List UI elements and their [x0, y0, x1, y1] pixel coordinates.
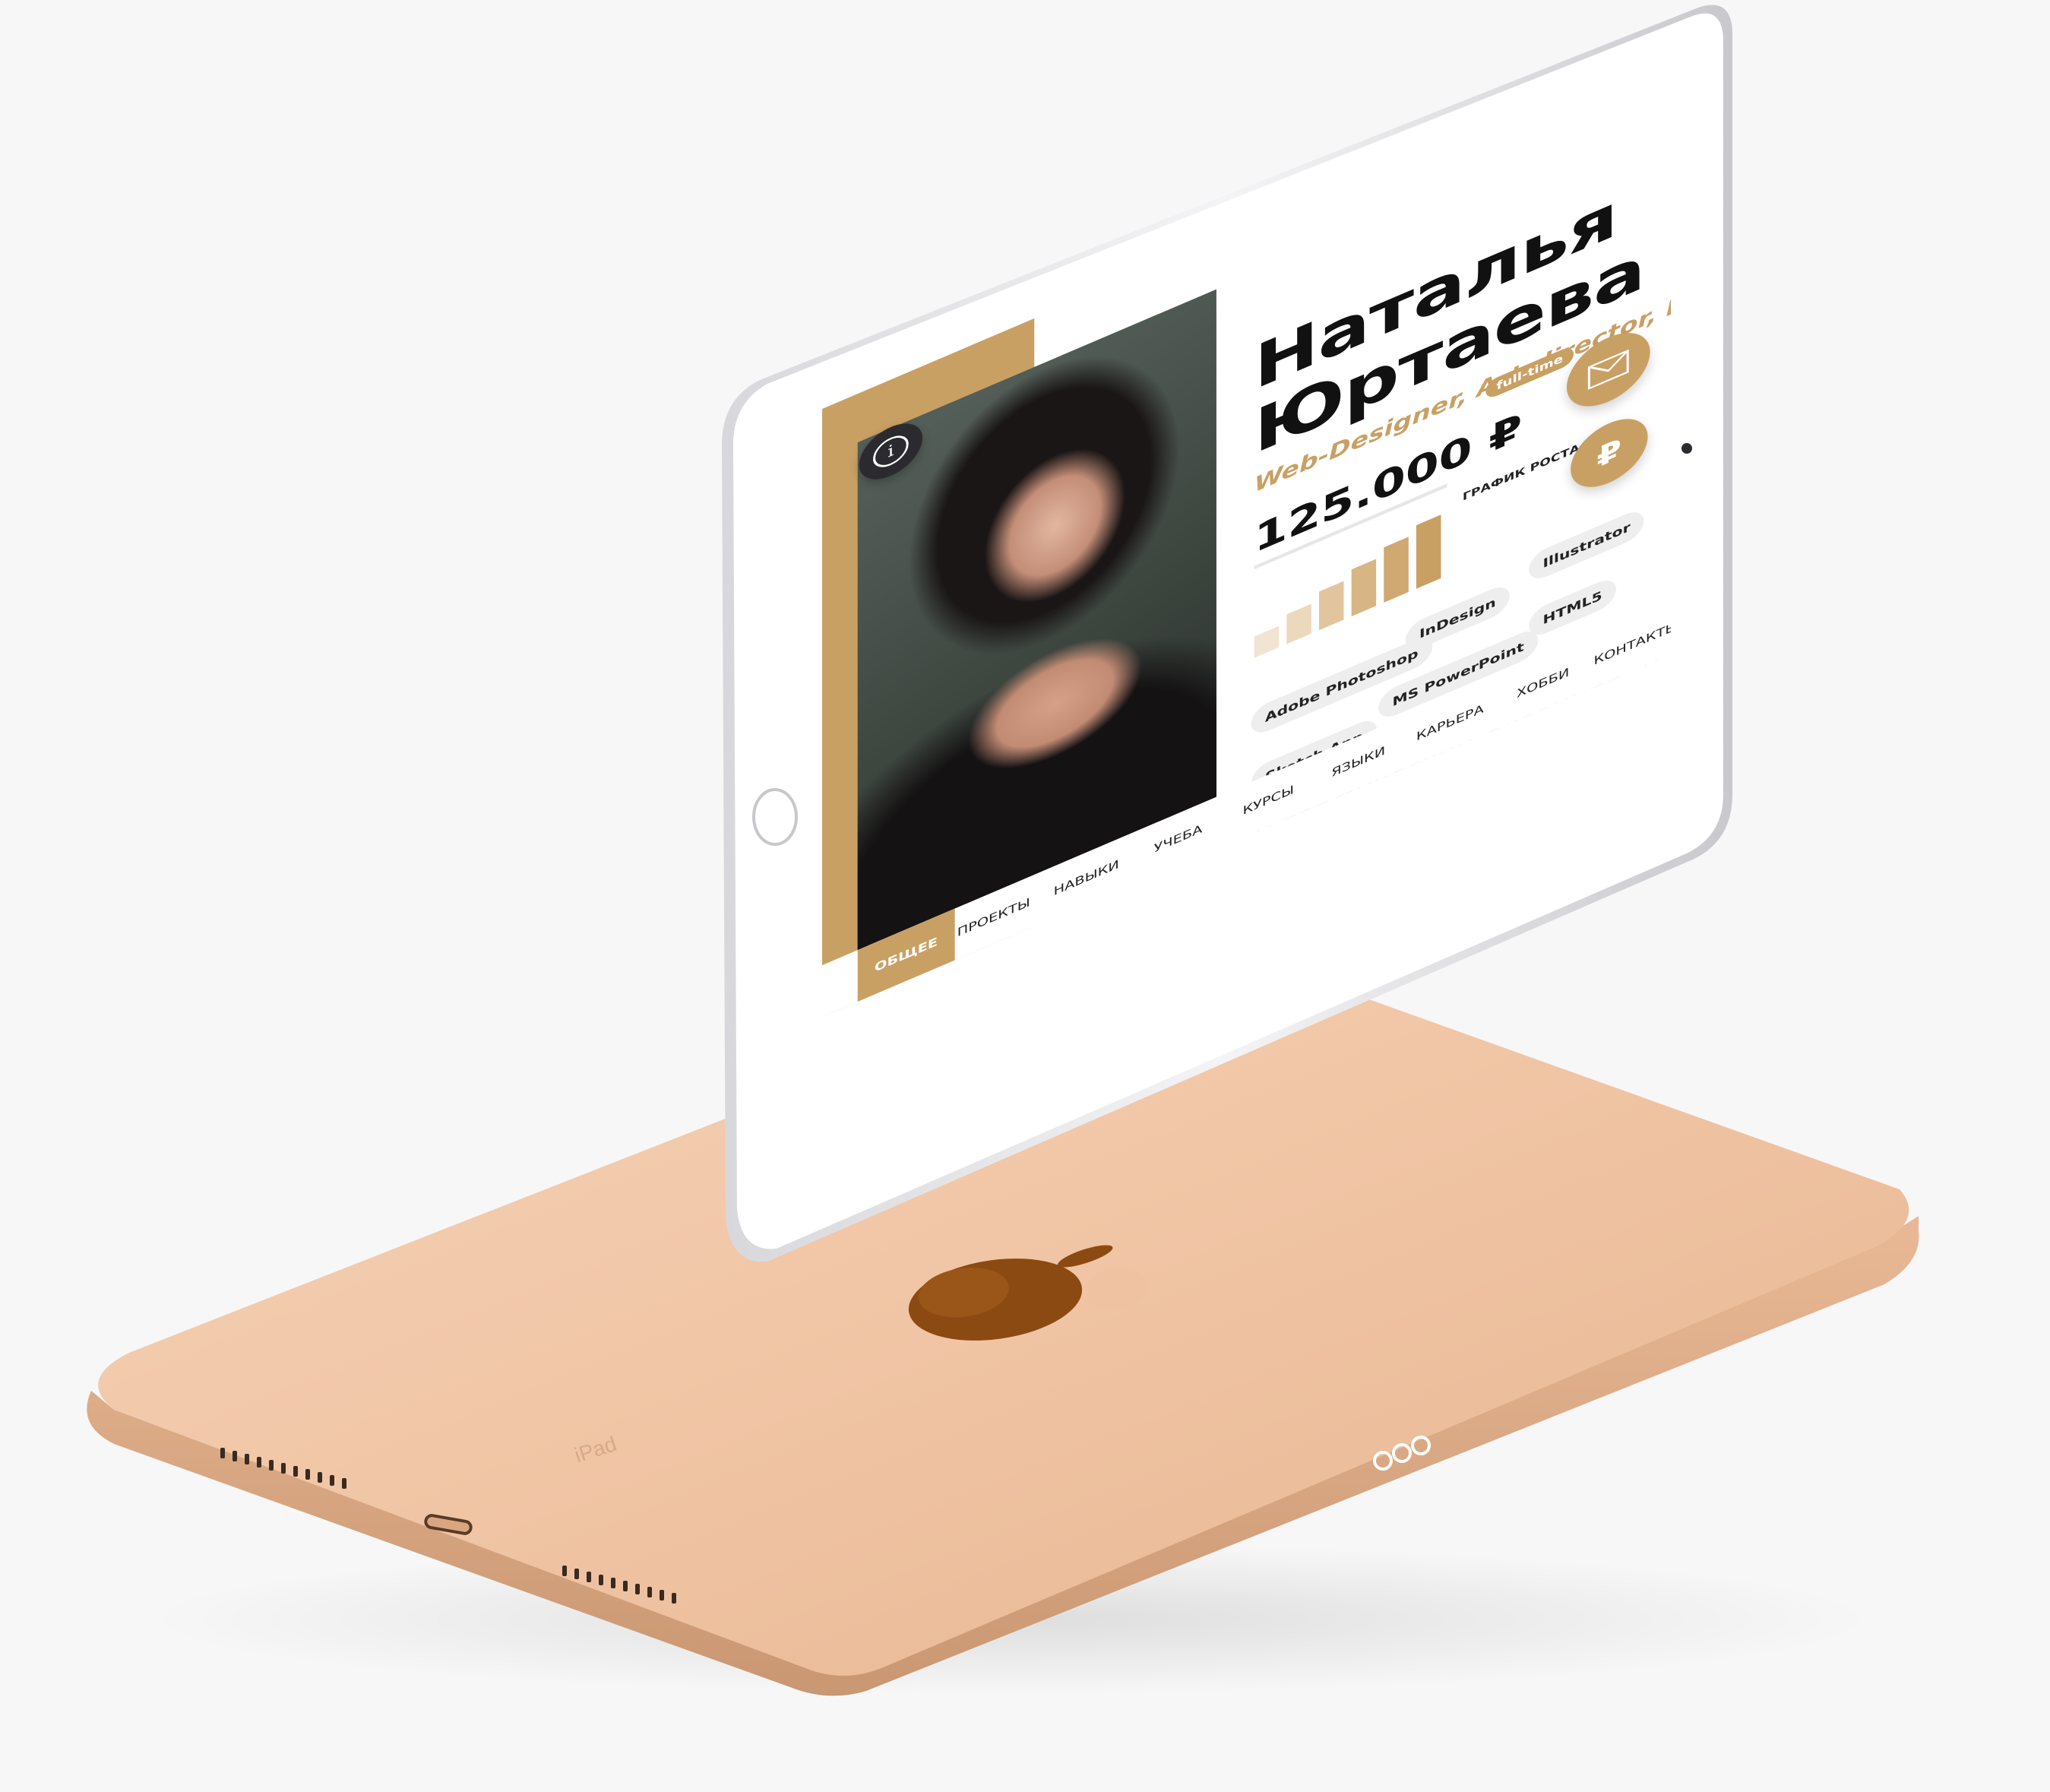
growth-bar	[1416, 514, 1441, 589]
growth-bar	[1351, 559, 1377, 617]
envelope-icon	[1587, 349, 1629, 391]
skill-chip: Illustrator	[1529, 506, 1644, 584]
ruble-icon: ₽	[1596, 432, 1622, 475]
mockup-scene: iPad i Наталья Юртаева Web-Designer, Ill…	[0, 0, 2050, 1792]
profile-name: Наталья Юртаева	[1254, 171, 1645, 468]
growth-bar	[1384, 537, 1409, 603]
growth-bar	[1286, 603, 1311, 644]
info-icon: i	[873, 430, 909, 473]
ruble-button[interactable]: ₽	[1571, 407, 1648, 499]
growth-bar	[1254, 625, 1280, 658]
skill-chip: HTML5	[1529, 575, 1616, 641]
growth-bar	[1318, 581, 1344, 631]
camera-icon	[1681, 443, 1692, 454]
